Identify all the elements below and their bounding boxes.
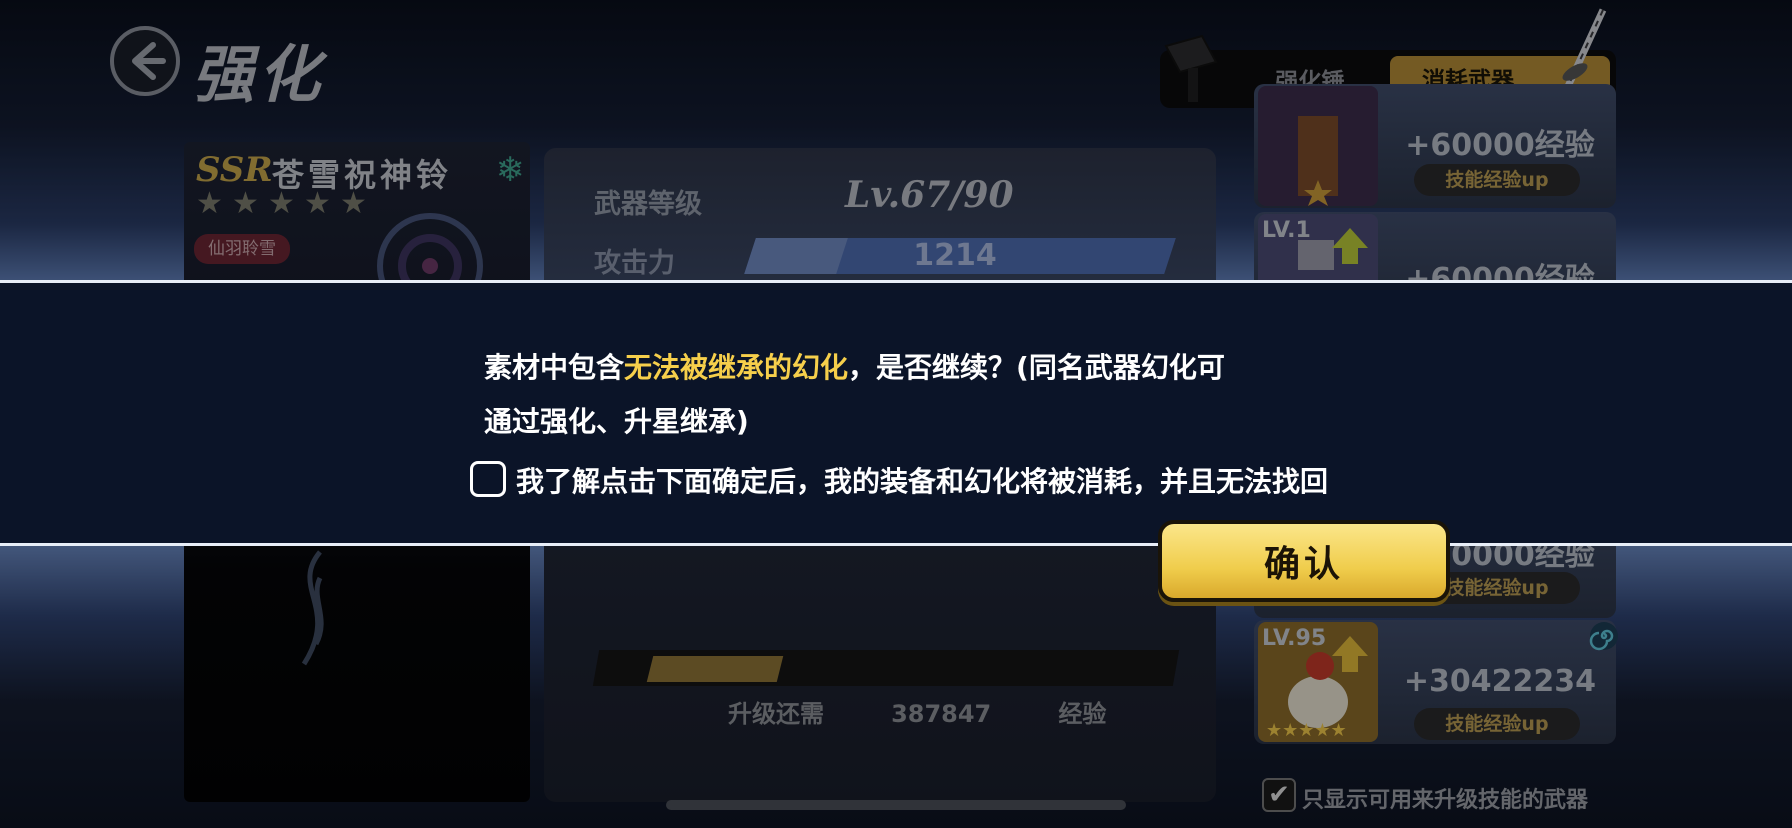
filter-label: 只显示可用来升级技能的武器 <box>1302 788 1589 813</box>
arrow-left-icon <box>132 42 166 80</box>
star-icon: ★ <box>268 186 295 221</box>
star-rating: ★ ★ ★ ★ ★ <box>196 186 368 221</box>
message-highlight: 无法被继承的幻化 <box>624 351 849 384</box>
spiral-icon <box>1589 622 1618 651</box>
material-level: LV.95 <box>1262 626 1327 651</box>
weapon-level-label: 武器等级 <box>594 189 702 220</box>
dialog-message-line1: 素材中包含无法被继承的幻化，是否继续？(同名武器幻化可 <box>484 346 1225 386</box>
dialog-message-line2: 通过强化、升星继承) <box>484 405 749 438</box>
skill-exp-up-badge: 技能经验up <box>1414 164 1580 196</box>
material-level: LV.1 <box>1262 218 1311 243</box>
material-exp: +30422234 <box>1403 664 1597 699</box>
upgrade-need-text: 升级还需 387847 经验 <box>728 700 1107 728</box>
star-icon: ★ <box>196 186 223 221</box>
weapon-level-value: Lv.67/90 <box>845 174 1014 216</box>
material-thumbnail <box>1258 86 1378 206</box>
star-icon: ★ <box>304 186 331 221</box>
page-title: 强化 <box>192 38 325 111</box>
home-indicator[interactable] <box>666 800 1126 810</box>
feather-decoration <box>301 550 324 666</box>
agree-checkbox[interactable] <box>470 461 506 497</box>
svg-text:★★★★★: ★★★★★ <box>1266 720 1347 741</box>
confirm-button[interactable]: 确认 <box>1158 520 1450 602</box>
character-art <box>377 213 483 286</box>
material-exp: +60000经验 <box>1405 128 1595 163</box>
agree-text[interactable]: 我了解点击下面确定后，我的装备和幻化将被消耗，并且无法找回 <box>516 460 1328 500</box>
exp-progress-fill <box>646 656 784 682</box>
message-post: ，是否继续？(同名武器幻化可 <box>848 351 1225 384</box>
hammer-icon <box>1164 34 1218 102</box>
star-icon: ★ <box>232 186 259 221</box>
attack-value: 1214 <box>913 238 997 273</box>
confirm-dialog <box>0 280 1792 546</box>
weapon-icon <box>1298 116 1338 206</box>
message-pre: 素材中包含 <box>484 351 625 384</box>
snowflake-icon: ❄ <box>495 150 525 190</box>
skill-exp-up-badge: 技能经验up <box>1414 708 1580 740</box>
back-button[interactable] <box>110 26 180 96</box>
attack-label: 攻击力 <box>594 248 675 279</box>
rarity-label: SSR <box>196 150 273 190</box>
filter-checkbox[interactable]: ✔ <box>1262 778 1296 812</box>
character-tag: 仙羽聆雪 <box>194 234 290 264</box>
